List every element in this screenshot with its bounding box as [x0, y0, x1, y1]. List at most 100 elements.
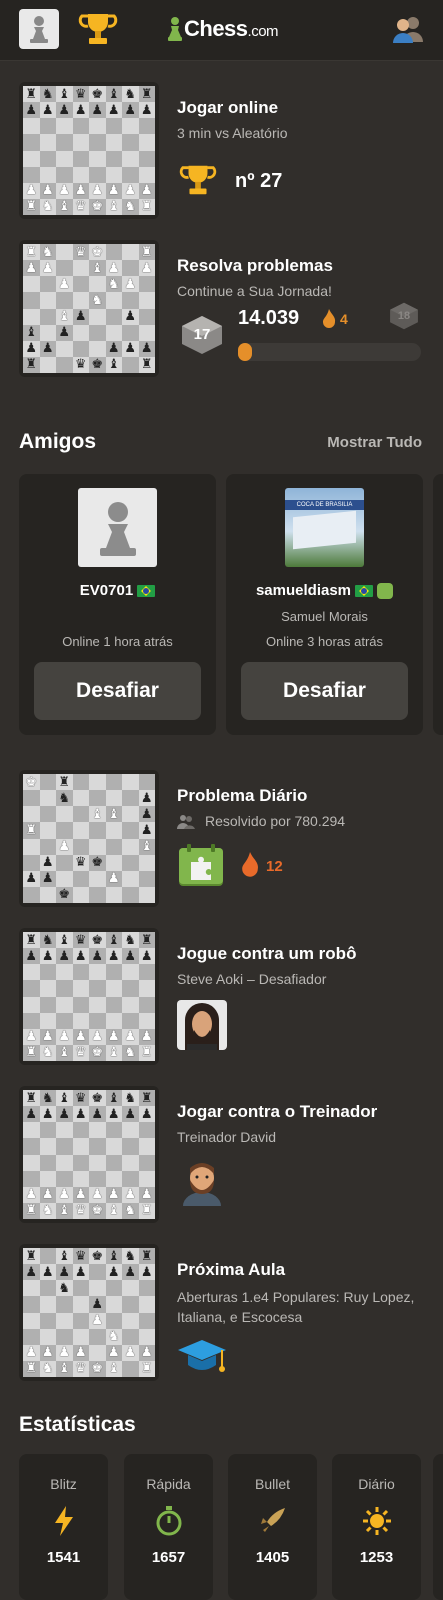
friend-username[interactable]: samueldiasm: [226, 582, 423, 600]
puzzle-progress-fill: [238, 343, 252, 361]
board-square: ♟: [56, 1186, 73, 1203]
board-square: ♛: [72, 1090, 89, 1107]
coach-title[interactable]: Jogar contra o Treinador: [177, 1102, 377, 1122]
friend-card[interactable]: EV0701 Online 1 hora atrás Desafiar: [19, 474, 216, 735]
board-square: [56, 118, 73, 135]
puzzles-board-card[interactable]: ♜ ♞ ♛ ♚ ♜ ♟ ♟ ♝ ♟ ♟ ♟ ♞ ♟ ♞ ♝ ♟ ♟ ♝ ♟ ♟ ♟ ♟ ♟ ♟ ♜ ♛ ♚ ♝ ♜: [19, 240, 159, 377]
challenge-button[interactable]: Desafiar: [34, 662, 201, 720]
next-friend-card-peek[interactable]: [433, 474, 443, 735]
black-queen-icon: ♛: [74, 932, 87, 948]
white-bishop-icon: ♝: [58, 1203, 71, 1219]
board-square: [138, 1154, 155, 1171]
black-pawn-icon: ♟: [107, 948, 120, 964]
play-online-title[interactable]: Jogar online: [177, 98, 278, 118]
board-square: ♛: [72, 1202, 89, 1219]
board-square: [72, 340, 89, 357]
coach-board-card[interactable]: ♜ ♞ ♝ ♛ ♚ ♝ ♞ ♜ ♟ ♟ ♟ ♟ ♟ ♟ ♟ ♟ ♟ ♟ ♟ ♟ ♟ ♟ ♟ ♟ ♜ ♞ ♝ ♛ ♚ ♝ ♞ ♜: [19, 1086, 159, 1223]
black-pawn-icon: ♟: [91, 102, 104, 118]
bot-board-card[interactable]: ♜ ♞ ♝ ♛ ♚ ♝ ♞ ♜ ♟ ♟ ♟ ♟ ♟ ♟ ♟ ♟ ♟ ♟ ♟ ♟ ♟ ♟ ♟ ♟ ♜ ♞ ♝ ♛ ♚ ♝ ♞ ♜: [19, 928, 159, 1065]
board-square: ♚: [89, 356, 106, 373]
stat-card-blitz[interactable]: Blitz 1541: [19, 1454, 108, 1600]
chess-com-logo[interactable]: Chess.com: [166, 14, 279, 44]
board-square: ♞: [39, 1044, 56, 1061]
daily-puzzle-board-card[interactable]: ♚ ♜ ♞ ♟ ♝ ♝ ♟ ♜ ♟ ♟ ♝ ♟ ♛ ♚ ♟ ♟ ♟ ♚: [19, 770, 159, 907]
lesson-title[interactable]: Próxima Aula: [177, 1260, 285, 1280]
board-square: [72, 1154, 89, 1171]
daily-puzzle-title[interactable]: Problema Diário: [177, 786, 307, 806]
friend-avatar[interactable]: COCA DE BRASILIA: [285, 488, 364, 567]
board-square: ♟: [138, 806, 155, 823]
board-square: ♟: [23, 1344, 40, 1361]
board-square: ♞: [122, 198, 139, 215]
board-square: [89, 996, 106, 1013]
friend-username[interactable]: EV0701: [19, 582, 216, 599]
black-rook-icon: ♜: [25, 1248, 38, 1264]
board-square: ♟: [72, 102, 89, 119]
coach-david-avatar-icon[interactable]: [177, 1156, 227, 1206]
board-square: ♚: [89, 1044, 106, 1061]
board-square: [138, 166, 155, 183]
lesson-subtitle: Aberturas 1.e4 Populares: Ruy Lopez, Ita…: [177, 1289, 415, 1325]
board-square: ♟: [89, 1312, 106, 1329]
board-square: ♟: [72, 1186, 89, 1203]
board-square: ♛: [72, 356, 89, 373]
show-all-friends-link[interactable]: Mostrar Tudo: [327, 434, 422, 451]
friends-section-title: Amigos: [19, 430, 97, 453]
board-square: ♟: [56, 1028, 73, 1045]
black-king-icon: ♚: [58, 887, 71, 903]
board-square: [23, 150, 40, 167]
board-square: ♝: [23, 324, 40, 341]
white-rook-icon: ♜: [25, 199, 38, 215]
board-square: [122, 150, 139, 167]
board-square: [138, 854, 155, 871]
black-pawn-icon: ♟: [140, 341, 153, 357]
board-square: ♞: [39, 86, 56, 103]
next-level-badge: 18: [386, 300, 422, 332]
black-knight-icon: ♞: [41, 86, 54, 102]
board-square: [105, 822, 122, 839]
play-online-board-card[interactable]: ♜ ♞ ♝ ♛ ♚ ♝ ♞ ♜ ♟ ♟ ♟ ♟ ♟ ♟ ♟ ♟ ♟ ♟ ♟ ♟ ♟ ♟ ♟ ♟ ♜ ♞ ♝ ♛ ♚ ♝ ♞ ♜: [19, 82, 159, 219]
stat-value: 1541: [46, 1549, 81, 1566]
stat-card-bullet[interactable]: Bullet 1405: [228, 1454, 317, 1600]
board-square: [105, 886, 122, 903]
puzzles-title[interactable]: Resolva problemas: [177, 256, 333, 276]
board-square: [89, 1012, 106, 1029]
black-rook-icon: ♜: [25, 1090, 38, 1106]
board-square: ♛: [72, 1360, 89, 1377]
board-square: [105, 1122, 122, 1139]
profile-avatar-button[interactable]: [19, 9, 59, 49]
board-square: [105, 134, 122, 151]
trophy-button[interactable]: [78, 10, 118, 48]
bot-avatar[interactable]: [177, 1000, 227, 1050]
puzzle-level-badge: 17: [177, 312, 227, 358]
trophy-icon: [78, 14, 118, 44]
board-square: [23, 308, 40, 325]
next-stat-card-peek[interactable]: [433, 1454, 443, 1600]
stat-card-rapid[interactable]: Rápida 1657: [124, 1454, 213, 1600]
board-square: ♜: [138, 86, 155, 103]
board-square: [122, 260, 139, 277]
white-queen-icon: ♛: [74, 1045, 87, 1061]
board-square: [23, 806, 40, 823]
brazil-flag-icon: [137, 585, 156, 598]
lesson-board: ♜ ♝ ♛ ♚ ♝ ♞ ♜ ♟ ♟ ♟ ♟ ♟ ♟ ♟ ♞ ♟ ♟ ♞ ♟ ♟ ♟ ♟ ♟ ♟ ♟ ♜ ♞ ♝ ♛ ♚ ♝ ♜: [23, 1248, 155, 1377]
friends-button[interactable]: [392, 14, 424, 44]
black-knight-icon: ♞: [124, 932, 137, 948]
stat-card-daily[interactable]: Diário 1253: [332, 1454, 421, 1600]
board-square: [39, 790, 56, 807]
daily-puzzle-solved-count: Resolvido por 780.294: [205, 813, 346, 829]
friend-avatar[interactable]: [78, 488, 157, 567]
board-square: [39, 308, 56, 325]
board-square: ♟: [89, 948, 106, 965]
board-square: ♜: [23, 198, 40, 215]
bot-title[interactable]: Jogue contra um robô: [177, 944, 356, 964]
board-square: [105, 150, 122, 167]
avatar-banner: COCA DE BRASILIA: [285, 500, 364, 510]
black-rook-icon: ♜: [140, 1090, 153, 1106]
board-square: [72, 292, 89, 309]
board-square: [72, 774, 89, 791]
lesson-board-card[interactable]: ♜ ♝ ♛ ♚ ♝ ♞ ♜ ♟ ♟ ♟ ♟ ♟ ♟ ♟ ♞ ♟ ♟ ♞ ♟ ♟ ♟ ♟ ♟ ♟ ♟ ♜ ♞ ♝ ♛ ♚ ♝ ♜: [19, 1244, 159, 1381]
friend-card[interactable]: COCA DE BRASILIA samueldiasm Samuel Mora…: [226, 474, 423, 735]
challenge-button[interactable]: Desafiar: [241, 662, 408, 720]
brazil-flag-icon: [355, 585, 374, 598]
